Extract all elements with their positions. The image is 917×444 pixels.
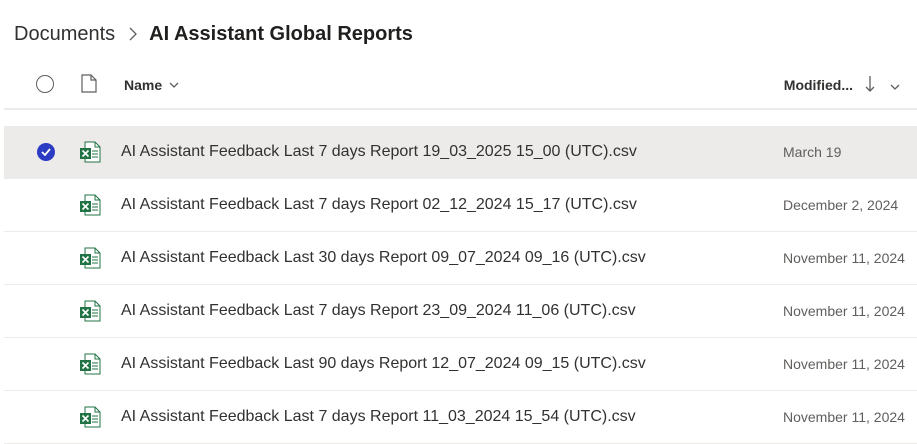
file-row[interactable]: AI Assistant Feedback Last 7 days Report…	[4, 126, 917, 179]
file-name[interactable]: AI Assistant Feedback Last 90 days Repor…	[121, 355, 646, 373]
file-row[interactable]: AI Assistant Feedback Last 30 days Repor…	[4, 232, 917, 285]
file-name[interactable]: AI Assistant Feedback Last 7 days Report…	[121, 408, 636, 426]
file-row[interactable]: AI Assistant Feedback Last 90 days Repor…	[4, 338, 917, 391]
modified-date: November 11, 2024	[783, 250, 905, 266]
excel-csv-icon	[79, 141, 101, 168]
modified-date: March 19	[783, 144, 842, 160]
file-list: AI Assistant Feedback Last 7 days Report…	[4, 126, 917, 444]
modified-date: December 2, 2024	[783, 197, 899, 213]
excel-csv-icon	[79, 406, 101, 433]
excel-csv-icon	[79, 194, 101, 221]
excel-csv-icon	[79, 300, 101, 327]
file-row[interactable]: AI Assistant Feedback Last 7 days Report…	[4, 391, 917, 444]
file-type-icon[interactable]	[81, 74, 97, 98]
excel-csv-icon	[79, 353, 101, 380]
file-name[interactable]: AI Assistant Feedback Last 7 days Report…	[121, 196, 637, 214]
modified-column-chevron-down-icon[interactable]	[890, 77, 900, 95]
name-column-header[interactable]: Name	[124, 77, 179, 93]
file-row[interactable]: AI Assistant Feedback Last 7 days Report…	[4, 285, 917, 338]
sort-descending-icon[interactable]	[865, 75, 875, 98]
file-name[interactable]: AI Assistant Feedback Last 7 days Report…	[121, 302, 636, 320]
select-all-checkbox[interactable]	[36, 75, 54, 93]
page-title: AI Assistant Global Reports	[149, 22, 413, 45]
modified-date: November 11, 2024	[783, 356, 905, 372]
excel-csv-icon	[79, 247, 101, 274]
name-column-label: Name	[124, 77, 163, 93]
breadcrumb-documents-link[interactable]: Documents	[14, 23, 115, 46]
column-header-row: Name Modified...	[4, 60, 917, 110]
file-name[interactable]: AI Assistant Feedback Last 7 days Report…	[121, 143, 637, 161]
chevron-down-icon	[169, 82, 179, 88]
modified-column-header[interactable]: Modified...	[784, 77, 853, 93]
modified-date: November 11, 2024	[783, 303, 905, 319]
modified-date: November 11, 2024	[783, 409, 905, 425]
chevron-right-icon	[129, 27, 138, 41]
file-name[interactable]: AI Assistant Feedback Last 30 days Repor…	[121, 249, 646, 267]
breadcrumb: Documents AI Assistant Global Reports	[14, 20, 413, 48]
checkmark-icon[interactable]	[37, 143, 55, 161]
file-row[interactable]: AI Assistant Feedback Last 7 days Report…	[4, 179, 917, 232]
